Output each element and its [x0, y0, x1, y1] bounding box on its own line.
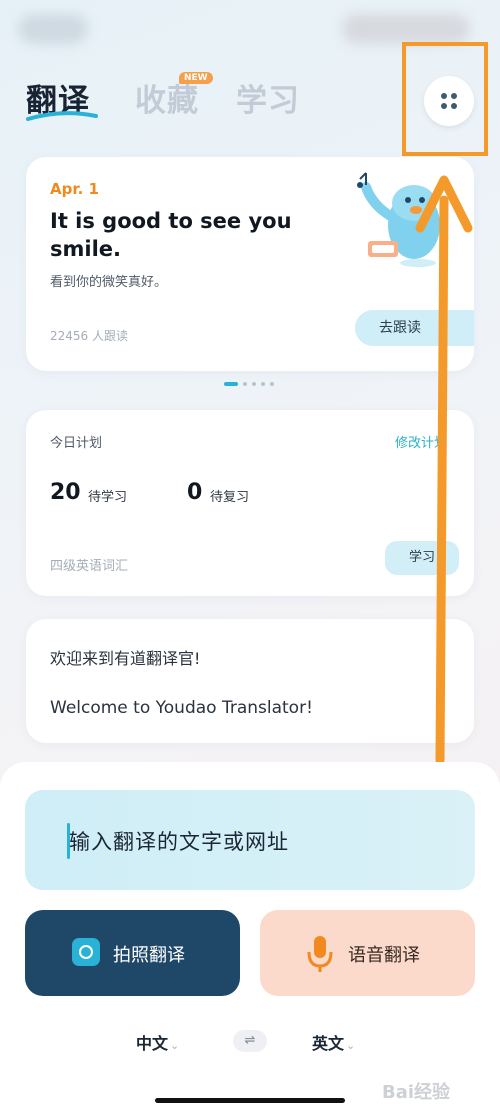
reader-count: 22456 人跟读	[50, 329, 128, 343]
pager-dot	[252, 382, 256, 386]
swap-icon[interactable]: ⇌	[233, 1030, 267, 1052]
chevron-right-icon: ›	[436, 647, 442, 663]
chevron-right-icon: ›	[436, 701, 442, 717]
welcome-cn-item[interactable]: 欢迎来到有道翻译官!	[50, 645, 200, 669]
chevron-down-icon: ⌄	[346, 1039, 356, 1052]
new-badge: NEW	[179, 72, 213, 84]
home-indicator[interactable]	[155, 1098, 345, 1103]
daily-quote-translation: 看到你的微笑真好。	[50, 275, 168, 290]
daily-date: Apr. 1	[50, 180, 99, 198]
photo-translate-button[interactable]: 拍照翻译	[25, 910, 240, 996]
voice-translate-button[interactable]: 语音翻译	[260, 910, 475, 996]
edit-plan-link[interactable]: 修改计划	[395, 432, 447, 451]
translate-input[interactable]: 输入翻译的文字或网址	[25, 790, 475, 890]
study-button[interactable]: 学习	[385, 541, 459, 575]
source-language-select[interactable]: 中文 ⌄	[136, 1030, 179, 1054]
plan-title: 今日计划	[50, 436, 103, 451]
welcome-en-item[interactable]: Welcome to Youdao Translator!	[50, 698, 313, 718]
translate-input-placeholder: 输入翻译的文字或网址	[69, 830, 289, 854]
tab-active-underline	[26, 111, 98, 121]
watermark: Bai经验	[382, 1082, 451, 1103]
pager-dot-active	[224, 382, 238, 386]
photo-translate-label: 拍照翻译	[113, 945, 185, 966]
status-bar-left-blurred	[18, 14, 88, 44]
follow-read-button[interactable]: 去跟读	[355, 310, 474, 346]
pager-dot	[243, 382, 247, 386]
source-language-label: 中文	[136, 1034, 169, 1053]
mascot-illustration	[357, 172, 440, 267]
status-bar-right-blurred	[342, 14, 470, 44]
microphone-icon	[307, 936, 333, 972]
voice-translate-label: 语音翻译	[348, 945, 420, 966]
daily-quote: It is good to see you smile.	[50, 209, 292, 261]
annotation-highlight-box	[402, 42, 488, 156]
translate-panel: 输入翻译的文字或网址 拍照翻译 语音翻译 中文 ⌄ ⇌ 英文 ⌄ Bai经验	[0, 762, 500, 1113]
pager-dot	[261, 382, 265, 386]
vocab-book-name: 四级英语词汇	[50, 559, 129, 574]
carousel-pager	[224, 382, 274, 386]
chevron-down-icon: ⌄	[170, 1039, 180, 1052]
to-learn-label: 待学习	[88, 490, 128, 505]
camera-icon	[72, 938, 100, 966]
to-review-count: 0	[187, 480, 203, 505]
today-plan-card: 今日计划 修改计划 20 待学习 0 待复习 四级英语词汇 学习	[26, 410, 474, 596]
welcome-card: 欢迎来到有道翻译官! › Welcome to Youdao Translato…	[26, 619, 474, 743]
daily-sentence-card[interactable]: Apr. 1 It is good to see you smile. 看到你的…	[26, 157, 474, 371]
to-review-label: 待复习	[210, 490, 250, 505]
pager-dot	[270, 382, 274, 386]
target-language-label: 英文	[312, 1034, 345, 1053]
target-language-select[interactable]: 英文 ⌄	[312, 1030, 355, 1054]
to-learn-count: 20	[50, 480, 81, 505]
tab-learn[interactable]: 学习	[236, 75, 300, 120]
